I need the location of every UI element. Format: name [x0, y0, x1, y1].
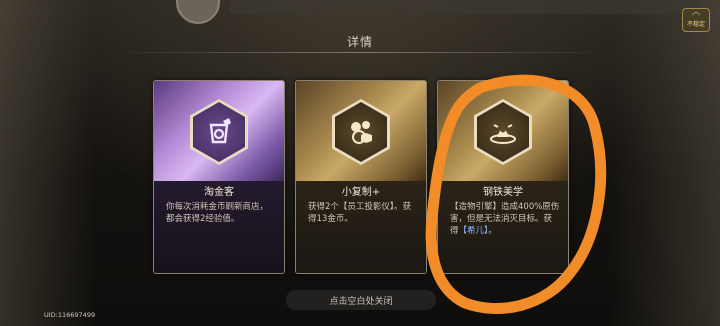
top-bar: [230, 0, 700, 14]
card-description: 获得2个【员工投影仪】。获得13金币。: [308, 202, 412, 224]
card-steel-aesthetics[interactable]: 钢铁美学 【造物引擎】造成400%原伤害，但是无法消灭目标。获得【希儿】。: [437, 80, 569, 274]
card-name: 小复制+: [341, 187, 381, 198]
title-divider: [110, 52, 610, 53]
card-description: 你每次消耗金币刷新商店，都会获得2经验值。: [166, 202, 269, 224]
uid-label: UID:116697499: [44, 311, 96, 319]
close-hint-button[interactable]: 点击空白处关闭: [286, 290, 436, 310]
card-name: 钢铁美学: [483, 187, 523, 198]
card-small-replicate[interactable]: 小复制+ 获得2个【员工投影仪】。获得13金币。: [295, 80, 427, 274]
card-name: 淘金客: [204, 187, 234, 198]
wifi-icon: ◠: [692, 10, 700, 21]
card-gold-panner[interactable]: 淘金客 你每次消耗金币刷新商店，都会获得2经验值。: [153, 80, 285, 274]
card-description-suffix: 。: [488, 226, 497, 236]
network-status-button[interactable]: ◠ 不稳定: [682, 8, 710, 32]
character-link-seele[interactable]: 【希儿】: [459, 226, 489, 236]
card-description: 【造物引擎】造成400%原伤害，但是无法消灭目标。获得【希儿】。: [450, 201, 560, 237]
page-title: 详情: [346, 35, 373, 49]
network-status-label: 不稳定: [686, 20, 705, 28]
